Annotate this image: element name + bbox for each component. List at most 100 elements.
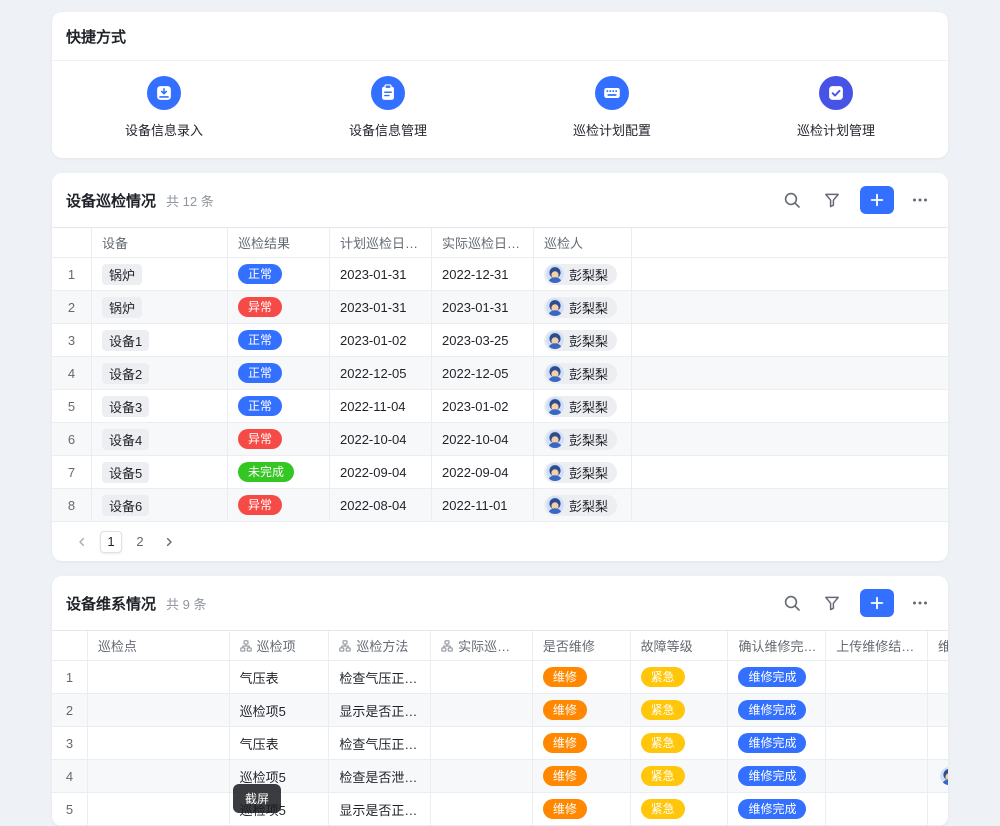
method-cell[interactable]: 显示是否正… — [329, 694, 431, 727]
confirm-cell[interactable]: 维修完成 — [728, 727, 826, 760]
device-cell[interactable]: 设备5 — [92, 456, 228, 489]
column-header-repair[interactable]: 是否维修 — [533, 631, 631, 661]
item-cell[interactable]: 气压表 — [230, 661, 330, 694]
inspector-cell[interactable]: 彭梨梨 — [534, 324, 632, 357]
table-row[interactable]: 5 设备3 正常 2022-11-04 2023-01-02 彭梨梨 — [52, 390, 948, 423]
confirm-cell[interactable]: 维修完成 — [728, 760, 826, 793]
actual-cell[interactable] — [431, 661, 533, 694]
page-number-2[interactable]: 2 — [129, 531, 151, 553]
actual-date-cell[interactable]: 2023-01-31 — [432, 291, 534, 324]
column-header-result[interactable]: 巡检结果 — [228, 228, 330, 258]
extra-cell[interactable] — [928, 793, 948, 826]
repair-cell[interactable]: 维修 — [533, 760, 631, 793]
actual-date-cell[interactable]: 2022-10-04 — [432, 423, 534, 456]
table-row[interactable]: 1 锅炉 正常 2023-01-31 2022-12-31 彭梨梨 — [52, 258, 948, 291]
actual-cell[interactable] — [431, 727, 533, 760]
plan-date-cell[interactable]: 2022-11-04 — [330, 390, 432, 423]
upload-cell[interactable] — [826, 661, 928, 694]
repair-cell[interactable]: 维修 — [533, 793, 631, 826]
result-cell[interactable]: 异常 — [228, 291, 330, 324]
column-header-actual[interactable]: 实际巡… — [431, 631, 533, 661]
upload-cell[interactable] — [826, 760, 928, 793]
search-button[interactable] — [778, 186, 806, 214]
device-cell[interactable]: 设备6 — [92, 489, 228, 522]
level-cell[interactable]: 紧急 — [631, 793, 729, 826]
table-row[interactable]: 7 设备5 未完成 2022-09-04 2022-09-04 彭梨梨 — [52, 456, 948, 489]
extra-cell[interactable] — [928, 727, 948, 760]
upload-cell[interactable] — [826, 694, 928, 727]
filter-button[interactable] — [818, 589, 846, 617]
shortcut-plan-manage[interactable]: 巡检计划管理 — [724, 76, 948, 139]
search-button[interactable] — [778, 589, 806, 617]
table-row[interactable]: 8 设备6 异常 2022-08-04 2022-11-01 彭梨梨 — [52, 489, 948, 522]
upload-cell[interactable] — [826, 793, 928, 826]
level-cell[interactable]: 紧急 — [631, 661, 729, 694]
inspector-cell[interactable]: 彭梨梨 — [534, 423, 632, 456]
inspector-cell[interactable]: 彭梨梨 — [534, 357, 632, 390]
actual-cell[interactable] — [431, 694, 533, 727]
actual-date-cell[interactable]: 2023-03-25 — [432, 324, 534, 357]
column-header-confirm[interactable]: 确认维修完… — [728, 631, 826, 661]
repair-cell[interactable]: 维修 — [533, 727, 631, 760]
table-row[interactable]: 6 设备4 异常 2022-10-04 2022-10-04 彭梨梨 — [52, 423, 948, 456]
column-header-item[interactable]: 巡检项 — [230, 631, 330, 661]
table-row[interactable]: 5 巡检项5 显示是否正… 维修 紧急 维修完成 — [52, 793, 948, 826]
table-row[interactable]: 1 气压表 检查气压正… 维修 紧急 维修完成 — [52, 661, 948, 694]
column-header-level[interactable]: 故障等级 — [631, 631, 729, 661]
confirm-cell[interactable]: 维修完成 — [728, 793, 826, 826]
column-header-actual-date[interactable]: 实际巡检日… — [432, 228, 534, 258]
extra-cell[interactable] — [928, 694, 948, 727]
column-header-inspector[interactable]: 巡检人 — [534, 228, 632, 258]
device-cell[interactable]: 设备2 — [92, 357, 228, 390]
item-cell[interactable]: 巡检项5 — [230, 694, 330, 727]
confirm-cell[interactable]: 维修完成 — [728, 661, 826, 694]
column-header-extra[interactable]: 维… — [928, 631, 948, 661]
actual-date-cell[interactable]: 2023-01-02 — [432, 390, 534, 423]
add-record-button[interactable] — [860, 589, 894, 617]
upload-cell[interactable] — [826, 727, 928, 760]
column-header-plan-date[interactable]: 计划巡检日… — [330, 228, 432, 258]
confirm-cell[interactable]: 维修完成 — [728, 694, 826, 727]
table-row[interactable]: 4 设备2 正常 2022-12-05 2022-12-05 彭梨梨 — [52, 357, 948, 390]
device-cell[interactable]: 设备4 — [92, 423, 228, 456]
method-cell[interactable]: 检查是否泄… — [329, 760, 431, 793]
result-cell[interactable]: 正常 — [228, 357, 330, 390]
actual-date-cell[interactable]: 2022-11-01 — [432, 489, 534, 522]
page-next-button[interactable] — [158, 531, 180, 553]
table-row[interactable]: 3 气压表 检查气压正… 维修 紧急 维修完成 — [52, 727, 948, 760]
point-cell[interactable] — [88, 694, 230, 727]
plan-date-cell[interactable]: 2022-10-04 — [330, 423, 432, 456]
table-row[interactable]: 2 巡检项5 显示是否正… 维修 紧急 维修完成 — [52, 694, 948, 727]
page-prev-button[interactable] — [71, 531, 93, 553]
actual-date-cell[interactable]: 2022-12-05 — [432, 357, 534, 390]
plan-date-cell[interactable]: 2023-01-31 — [330, 258, 432, 291]
more-button[interactable] — [906, 186, 934, 214]
column-header-upload[interactable]: 上传维修结… — [826, 631, 928, 661]
table-row[interactable]: 2 锅炉 异常 2023-01-31 2023-01-31 彭梨梨 — [52, 291, 948, 324]
result-cell[interactable]: 异常 — [228, 489, 330, 522]
plan-date-cell[interactable]: 2022-09-04 — [330, 456, 432, 489]
add-record-button[interactable] — [860, 186, 894, 214]
shortcut-device-manage[interactable]: 设备信息管理 — [276, 76, 500, 139]
extra-cell[interactable] — [928, 760, 948, 793]
result-cell[interactable]: 正常 — [228, 258, 330, 291]
item-cell[interactable]: 气压表 — [230, 727, 330, 760]
repair-cell[interactable]: 维修 — [533, 661, 631, 694]
page-number-1[interactable]: 1 — [100, 531, 122, 553]
inspector-cell[interactable]: 彭梨梨 — [534, 291, 632, 324]
more-button[interactable] — [906, 589, 934, 617]
inspector-cell[interactable]: 彭梨梨 — [534, 456, 632, 489]
filter-button[interactable] — [818, 186, 846, 214]
result-cell[interactable]: 未完成 — [228, 456, 330, 489]
level-cell[interactable]: 紧急 — [631, 694, 729, 727]
device-cell[interactable]: 锅炉 — [92, 291, 228, 324]
inspector-cell[interactable]: 彭梨梨 — [534, 258, 632, 291]
repair-cell[interactable]: 维修 — [533, 694, 631, 727]
shortcut-device-entry[interactable]: 设备信息录入 — [52, 76, 276, 139]
shortcut-plan-config[interactable]: 巡检计划配置 — [500, 76, 724, 139]
method-cell[interactable]: 检查气压正… — [329, 727, 431, 760]
actual-cell[interactable] — [431, 760, 533, 793]
extra-cell[interactable] — [928, 661, 948, 694]
level-cell[interactable]: 紧急 — [631, 727, 729, 760]
result-cell[interactable]: 正常 — [228, 324, 330, 357]
